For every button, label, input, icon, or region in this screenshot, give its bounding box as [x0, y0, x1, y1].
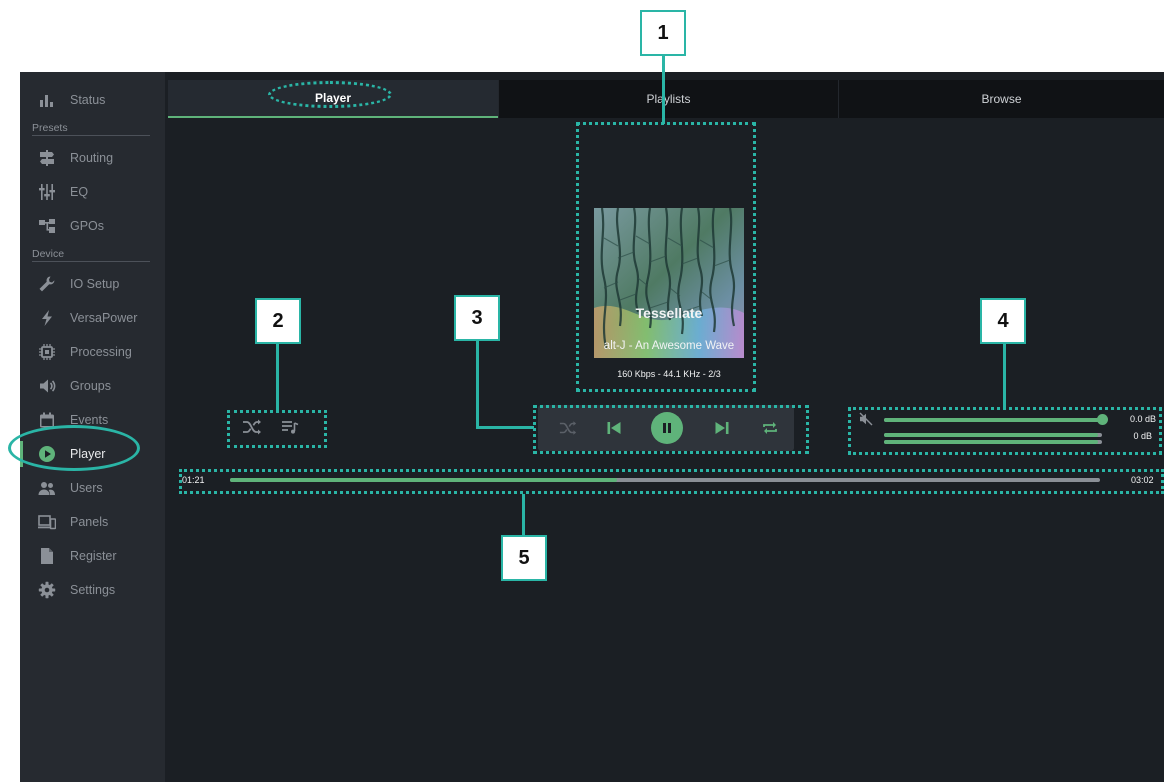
highlight-quick-controls	[227, 410, 327, 448]
sidebar-item-versapower[interactable]: VersaPower	[20, 303, 165, 333]
sidebar-item-status[interactable]: Status	[20, 85, 165, 115]
callout-5: 5	[501, 535, 547, 581]
highlight-now-playing	[576, 122, 756, 392]
section-label-device: Device	[32, 248, 65, 260]
chip-icon	[37, 342, 57, 362]
sidebar-item-gpos[interactable]: GPOs	[20, 211, 165, 241]
sidebar-item-label: Settings	[70, 583, 116, 597]
sliders-icon	[37, 182, 57, 202]
highlight-progress	[179, 469, 1164, 494]
sidebar-item-label: Groups	[70, 379, 111, 393]
sidebar-item-label: Panels	[70, 515, 109, 529]
sidebar-item-panels[interactable]: Panels	[20, 507, 165, 537]
tab-playlists[interactable]: Playlists	[498, 80, 838, 118]
highlight-oval-player-nav	[8, 425, 140, 471]
sidebar-item-eq[interactable]: EQ	[20, 177, 165, 207]
highlight-volume	[848, 407, 1162, 455]
wrench-icon	[37, 274, 57, 294]
section-divider	[32, 261, 150, 262]
tab-browse[interactable]: Browse	[838, 80, 1164, 118]
sidebar-item-processing[interactable]: Processing	[20, 337, 165, 367]
sidebar-item-users[interactable]: Users	[20, 473, 165, 503]
callout-2: 2	[255, 298, 301, 344]
sidebar-item-label: IO Setup	[70, 277, 120, 291]
sidebar-item-groups[interactable]: Groups	[20, 371, 165, 401]
callout-4: 4	[980, 298, 1026, 344]
signpost-icon	[37, 148, 57, 168]
speaker-icon	[37, 376, 57, 396]
highlight-transport	[533, 405, 809, 454]
sidebar-item-io-setup[interactable]: IO Setup	[20, 269, 165, 299]
bar-chart-icon	[37, 90, 57, 110]
sidebar-item-settings[interactable]: Settings	[20, 575, 165, 605]
callout-3: 3	[454, 295, 500, 341]
callout-3-leader-vertical	[476, 341, 479, 429]
callout-3-leader-horizontal	[476, 426, 534, 429]
section-label-presets: Presets	[32, 122, 68, 134]
sidebar-item-label: Processing	[70, 345, 132, 359]
sidebar-item-label: EQ	[70, 185, 89, 199]
sidebar-item-label: GPOs	[70, 219, 105, 233]
devices-icon	[37, 512, 57, 532]
callout-1-leader	[662, 56, 665, 124]
sidebar-item-routing[interactable]: Routing	[20, 143, 165, 173]
highlight-oval-player-tab	[268, 81, 392, 108]
section-divider	[32, 135, 150, 136]
sidebar-item-label: Routing	[70, 151, 114, 165]
sidebar-item-label: Status	[70, 93, 106, 107]
callout-4-leader	[1003, 344, 1006, 408]
document-icon	[37, 546, 57, 566]
callout-5-leader	[522, 494, 525, 536]
lightning-icon	[37, 308, 57, 328]
callout-2-leader	[276, 344, 279, 411]
users-icon	[37, 478, 57, 498]
callout-1: 1	[640, 10, 686, 56]
network-icon	[37, 216, 57, 236]
gear-icon	[37, 580, 57, 600]
sidebar-item-label: Register	[70, 549, 117, 563]
sidebar-item-register[interactable]: Register	[20, 541, 165, 571]
sidebar-item-label: Users	[70, 481, 103, 495]
sidebar-item-label: VersaPower	[70, 311, 138, 325]
